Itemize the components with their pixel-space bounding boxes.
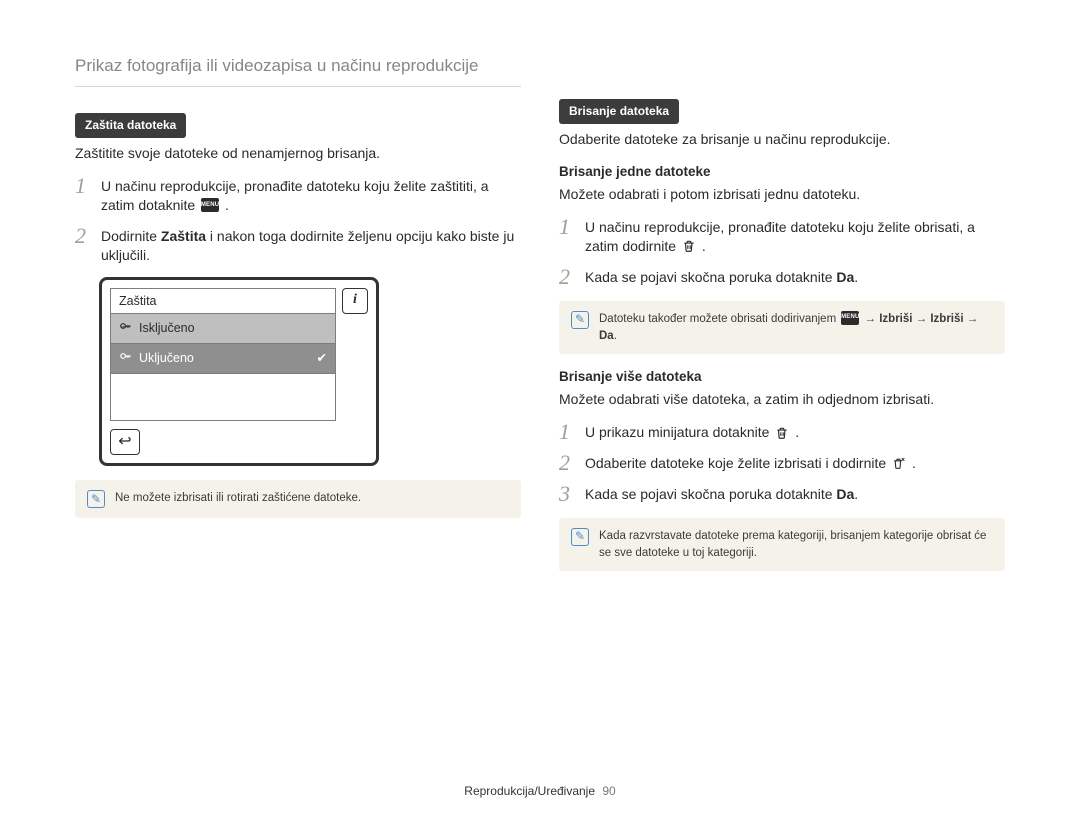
protect-step-1: U načinu reprodukcije, pronađite datotek…	[75, 177, 521, 215]
step-text-tail: .	[795, 424, 799, 440]
trash-icon	[775, 425, 789, 441]
step-bold: Da	[836, 269, 854, 285]
note-text: Ne možete izbrisati ili rotirati zaštiće…	[115, 490, 509, 508]
section-badge-protect: Zaštita datoteka	[75, 113, 186, 138]
device-option-on-label: Uključeno	[139, 350, 194, 367]
subheading-multi: Brisanje više datoteka	[559, 368, 1005, 386]
note-icon: ✎	[571, 528, 589, 546]
device-menu-title: Zaštita	[111, 289, 335, 315]
key-on-icon	[119, 349, 133, 368]
menu-icon	[841, 311, 859, 325]
step-text: U načinu reprodukcije, pronađite datotek…	[585, 219, 975, 254]
step-text-tail: .	[225, 197, 229, 213]
trash-icon	[682, 238, 696, 254]
step-text: U prikazu minijatura dotaknite	[585, 424, 773, 440]
step-text: Kada se pojavi skočna poruka dotaknite	[585, 486, 836, 502]
note-single-delete: ✎ Datoteku također možete obrisati dodir…	[559, 301, 1005, 354]
note-icon: ✎	[571, 311, 589, 329]
note-multi-delete: ✎ Kada razvrstavate datoteke prema kateg…	[559, 518, 1005, 571]
delete-intro: Odaberite datoteke za brisanje u načinu …	[559, 130, 1005, 149]
page-title: Prikaz fotografija ili videozapisa u nač…	[75, 55, 521, 87]
content-area: Prikaz fotografija ili videozapisa u nač…	[75, 55, 1005, 775]
page: Prikaz fotografija ili videozapisa u nač…	[0, 0, 1080, 815]
single-step-2: Kada se pojavi skočna poruka dotaknite D…	[559, 268, 1005, 287]
step-text: Odaberite datoteke koje želite izbrisati…	[585, 455, 890, 471]
device-screen: Zaštita OFF Isključeno	[99, 277, 379, 467]
step-text-tail: .	[702, 238, 706, 254]
left-column: Prikaz fotografija ili videozapisa u nač…	[75, 55, 521, 775]
device-option-off-label: Isključeno	[139, 320, 195, 337]
section-badge-delete: Brisanje datoteka	[559, 99, 679, 124]
step-text-tail: .	[854, 269, 858, 285]
footer-section: Reprodukcija/Uređivanje	[464, 784, 595, 798]
page-footer: Reprodukcija/Uređivanje 90	[0, 783, 1080, 799]
multi-step-1: U prikazu minijatura dotaknite .	[559, 423, 1005, 442]
note-icon: ✎	[87, 490, 105, 508]
device-top-row: Zaštita OFF Isključeno	[110, 288, 368, 422]
single-step-1: U načinu reprodukcije, pronađite datotek…	[559, 218, 1005, 256]
multi-step-3: Kada se pojavi skočna poruka dotaknite D…	[559, 485, 1005, 504]
key-off-icon: OFF	[119, 319, 133, 338]
protect-steps: U načinu reprodukcije, pronađite datotek…	[75, 177, 521, 265]
multi-intro: Možete odabrati više datoteka, a zatim i…	[559, 390, 1005, 409]
subheading-single: Brisanje jedne datoteke	[559, 163, 1005, 181]
right-column: Brisanje datoteka Odaberite datoteke za …	[559, 55, 1005, 775]
back-button[interactable]: ↩	[110, 429, 140, 455]
menu-icon	[201, 198, 219, 212]
step-text: Dodirnite	[101, 228, 161, 244]
device-mock: Zaštita OFF Isključeno	[99, 277, 379, 467]
single-intro: Možete odabrati i potom izbrisati jednu …	[559, 185, 1005, 204]
step-text-tail: .	[912, 455, 916, 471]
protect-step-2: Dodirnite Zaštita i nakon toga dodirnite…	[75, 227, 521, 265]
device-option-on[interactable]: Uključeno ✔	[111, 344, 335, 374]
note-text: Datoteku također možete obrisati dodiriv…	[599, 311, 993, 344]
device-menu: Zaštita OFF Isključeno	[110, 288, 336, 422]
step-text-tail: .	[854, 486, 858, 502]
step-bold: Zaštita	[161, 228, 206, 244]
device-option-off[interactable]: OFF Isključeno	[111, 314, 335, 344]
step-text: Kada se pojavi skočna poruka dotaknite	[585, 269, 836, 285]
footer-page-number: 90	[602, 784, 615, 798]
spacer	[559, 55, 1005, 99]
multi-steps: U prikazu minijatura dotaknite . Odaberi…	[559, 423, 1005, 504]
trash-select-icon	[892, 456, 906, 472]
single-steps: U načinu reprodukcije, pronađite datotek…	[559, 218, 1005, 287]
note-protect: ✎ Ne možete izbrisati ili rotirati zašti…	[75, 480, 521, 518]
svg-text:OFF: OFF	[120, 325, 126, 329]
protect-intro: Zaštitite svoje datoteke od nenamjernog …	[75, 144, 521, 163]
multi-step-2: Odaberite datoteke koje želite izbrisati…	[559, 454, 1005, 473]
check-icon: ✔	[317, 350, 327, 367]
step-bold: Da	[836, 486, 854, 502]
info-button[interactable]: i	[342, 288, 368, 314]
step-text: U načinu reprodukcije, pronađite datotek…	[101, 178, 489, 213]
note-text: Kada razvrstavate datoteke prema kategor…	[599, 528, 993, 561]
device-menu-pad	[111, 374, 335, 420]
